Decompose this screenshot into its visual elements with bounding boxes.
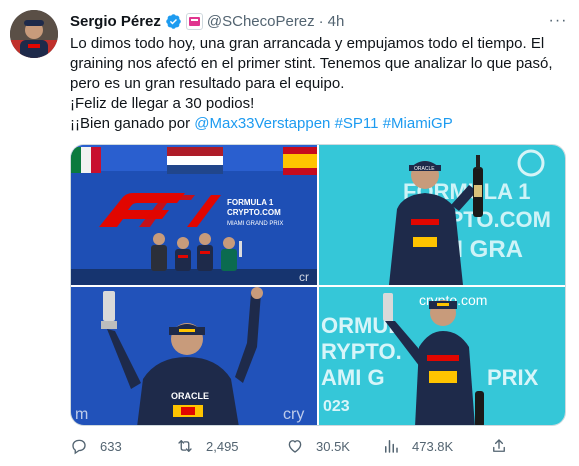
podium-sponsor-line-3: MIAMI GRAND PRIX — [227, 221, 283, 227]
media-grid: FORMULA 1 CRYPTO.COM MIAMI GRAND PRIX cr… — [70, 144, 566, 426]
views-chart-icon — [382, 437, 400, 455]
mention-link[interactable]: @Max33Verstappen — [194, 115, 330, 132]
hashtag-link-miamigp[interactable]: #MiamiGP — [383, 115, 453, 132]
tweet-text-line-3: ¡¡Bien ganado por @Max33Verstappen #SP11… — [70, 114, 562, 134]
more-options-icon[interactable]: ··· — [547, 10, 569, 32]
retweet-icon — [176, 437, 194, 455]
share-button[interactable] — [490, 432, 508, 460]
tweet-text-prefix: ¡¡Bien ganado por — [70, 115, 195, 132]
reply-count: 633 — [100, 438, 122, 454]
share-icon — [490, 437, 508, 455]
podium-sponsor-line-2: CRYPTO.COM — [227, 208, 281, 217]
tweet[interactable]: Sergio Pérez @SChecoPerez · 4h ··· Lo di… — [0, 0, 579, 466]
views-button[interactable]: 473.8K — [382, 432, 453, 460]
tweet-text: Lo dimos todo hoy, una gran arrancada y … — [70, 34, 562, 134]
trophy-corner-left: m — [75, 406, 88, 423]
hashtag-link-sp11[interactable]: #SP11 — [335, 115, 379, 132]
author-name[interactable]: Sergio Pérez — [70, 13, 161, 30]
celebration-bg-text-4: PRIX — [487, 365, 539, 390]
podium-corner-text: cr — [299, 270, 309, 284]
tweet-text-line-1: Lo dimos todo hoy, una gran arrancada y … — [70, 35, 553, 92]
separator-dot: · — [318, 12, 324, 30]
podium-sponsor-line-1: FORMULA 1 — [227, 198, 274, 207]
trophy-corner-right: cry — [283, 406, 304, 423]
views-count: 473.8K — [412, 438, 454, 454]
like-count: 30.5K — [316, 438, 350, 454]
verified-badge-icon — [165, 13, 182, 30]
celebration-bg-text-3: AMI G — [321, 365, 385, 390]
retweet-button[interactable]: 2,495 — [176, 432, 239, 460]
celebration-year: 023 — [323, 398, 350, 415]
avatar[interactable] — [10, 10, 58, 58]
media-image-champagne[interactable]: FORMULA 1 CRYPTO.COM AMI GRA ORACLE — [319, 145, 565, 285]
tweet-header: Sergio Pérez @SChecoPerez · 4h ··· — [70, 10, 569, 32]
timestamp[interactable]: 4h — [328, 13, 345, 30]
trophy-suit-text: ORACLE — [171, 391, 209, 401]
reply-icon — [70, 437, 88, 455]
tweet-actions: 633 2,495 30.5K 473.8K — [70, 432, 570, 460]
media-image-trophy[interactable]: ORACLE m cry — [71, 287, 317, 425]
retweet-count: 2,495 — [206, 438, 239, 454]
tweet-text-line-2: ¡Feliz de llegar a 30 podios! — [70, 95, 255, 112]
like-button[interactable]: 30.5K — [286, 432, 350, 460]
media-image-podium[interactable]: FORMULA 1 CRYPTO.COM MIAMI GRAND PRIX cr — [71, 145, 317, 285]
reply-button[interactable]: 633 — [70, 432, 122, 460]
affiliation-badge-icon[interactable] — [185, 12, 203, 30]
author-handle[interactable]: @SChecoPerez — [207, 13, 315, 30]
celebration-bg-text-2: RYPTO. — [321, 339, 402, 364]
media-image-celebration[interactable]: crypto.com ORMUL RYPTO. AMI G PRIX 023 — [319, 287, 565, 425]
champagne-cap-text: ORACLE — [414, 166, 435, 172]
heart-icon — [286, 437, 304, 455]
